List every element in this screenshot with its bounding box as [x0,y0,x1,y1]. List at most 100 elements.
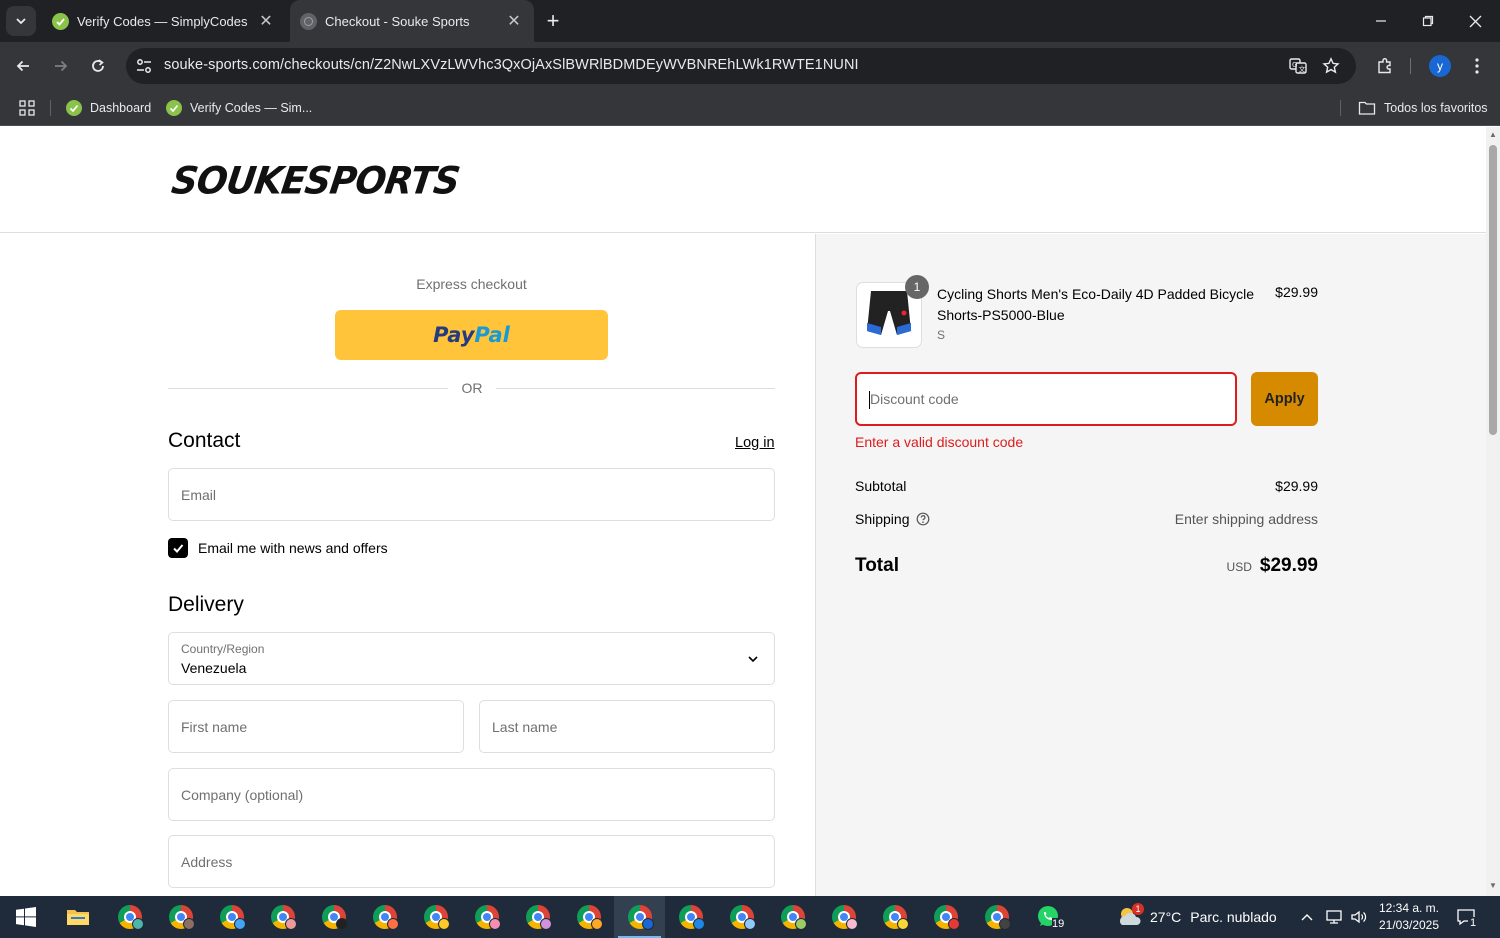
show-hidden-icons-button[interactable] [1300,896,1314,938]
whatsapp-taskbar-item[interactable]: 19 [1022,896,1073,938]
total-value: $29.99 [1259,555,1318,576]
chrome-taskbar-item[interactable] [410,896,461,938]
tab-search-button[interactable] [6,6,36,36]
divider [496,388,775,389]
express-checkout-label: Express checkout [416,276,527,292]
help-icon[interactable] [916,512,930,526]
reload-icon [92,59,104,72]
last-name-placeholder: Last name [492,718,558,735]
delivery-heading: Delivery [168,593,244,616]
forward-button[interactable] [46,51,76,81]
bookmark-verify-codes[interactable]: Verify Codes — Sim... [166,96,312,120]
apply-discount-button[interactable]: Apply [1251,372,1318,426]
restore-icon [1422,15,1434,27]
company-field[interactable]: Company (optional) [168,768,775,821]
weather-widget[interactable]: 1 27°C Parc. nublado [1116,896,1277,938]
new-tab-button[interactable]: + [540,8,566,34]
reload-button[interactable] [83,51,113,81]
total-label: Total [855,555,899,576]
first-name-field[interactable]: First name [168,700,464,753]
chrome-taskbar-item[interactable] [155,896,206,938]
discount-placeholder: Discount code [870,391,959,407]
total-row: Total USD $29.99 [855,555,1318,577]
all-bookmarks-button[interactable]: Todos los favoritos [1358,96,1488,120]
tab-simplycodes[interactable]: Verify Codes — SimplyCodes ✕ [42,0,286,42]
star-icon[interactable] [1320,55,1342,77]
windows-logo-icon [16,907,36,927]
email-field[interactable]: Email [168,468,775,521]
close-tab-icon[interactable]: ✕ [254,9,278,33]
chrome-taskbar-item[interactable] [104,896,155,938]
scroll-down-arrow-icon[interactable]: ▼ [1489,882,1497,890]
notifications-button[interactable]: 1 [1456,896,1479,938]
tab-title: Verify Codes — SimplyCodes [77,13,248,29]
svg-text:G: G [1292,61,1297,69]
order-summary: 1 Cycling Shorts Men's Eco-Daily 4D Padd… [815,234,1486,896]
newsletter-option[interactable]: Email me with news and offers [168,536,388,560]
login-link[interactable]: Log in [735,435,775,451]
chrome-taskbar-item[interactable] [257,896,308,938]
chrome-taskbar-item[interactable] [206,896,257,938]
simplycodes-favicon-icon [66,100,82,116]
paypal-logo-pay: Pay [433,323,475,347]
store-logo[interactable]: SOUKESPORTS [169,160,462,203]
shipping-row: Shipping Enter shipping address [855,511,1318,527]
address-bar[interactable]: souke-sports.com/checkouts/cn/Z2NwLXVzLW… [126,48,1356,84]
address-field[interactable]: Address [168,835,775,888]
extensions-button[interactable] [1370,51,1400,81]
profile-button[interactable]: y [1425,51,1455,81]
shipping-label: Shipping [855,511,910,527]
back-button[interactable] [8,51,38,81]
paypal-button[interactable]: Pay Pal [335,310,608,360]
chrome-taskbar-item[interactable] [818,896,869,938]
chrome-taskbar-item[interactable] [563,896,614,938]
chrome-taskbar-item[interactable] [512,896,563,938]
bookmark-label: Dashboard [90,101,152,115]
apps-button[interactable] [18,96,36,120]
system-clock[interactable]: 12:34 a. m. 21/03/2025 [1372,900,1446,934]
country-select[interactable]: Country/Region Venezuela [168,632,775,685]
discount-code-input[interactable]: Discount code [855,372,1237,426]
chrome-taskbar-item[interactable] [767,896,818,938]
newsletter-checkbox[interactable] [168,538,188,558]
start-button[interactable] [0,896,52,938]
close-window-button[interactable] [1452,0,1498,42]
bookmark-dashboard[interactable]: Dashboard [66,96,151,120]
chrome-taskbar-item[interactable] [665,896,716,938]
chrome-taskbar-item[interactable] [971,896,1022,938]
url-text: souke-sports.com/checkouts/cn/Z2NwLXVzLW… [164,57,859,73]
divider [168,388,448,389]
browser-tab-bar: Verify Codes — SimplyCodes ✕ Checkout - … [0,0,1500,42]
chrome-taskbar-item[interactable] [461,896,512,938]
last-name-field[interactable]: Last name [479,700,775,753]
scrollbar-thumb[interactable] [1489,145,1497,435]
page-scrollbar[interactable]: ▲ ▼ [1486,127,1500,896]
file-explorer-taskbar-item[interactable] [52,896,103,938]
site-info-icon[interactable] [135,57,153,75]
paypal-logo-pal: Pal [474,323,510,347]
network-button[interactable] [1325,896,1343,938]
minimize-button[interactable] [1358,0,1404,42]
chrome-taskbar-item[interactable] [869,896,920,938]
chrome-taskbar-item[interactable] [920,896,971,938]
text-cursor [869,391,870,409]
restore-button[interactable] [1405,0,1451,42]
chrome-taskbar-item[interactable] [308,896,359,938]
chrome-taskbar-item[interactable] [716,896,767,938]
chrome-taskbar-item[interactable] [359,896,410,938]
translate-icon[interactable]: 文G [1287,55,1309,77]
windows-taskbar: 19 1 27°C Parc. nublado 12:34 a. m. 21/0… [0,896,1500,938]
contact-heading: Contact [168,429,241,452]
close-tab-icon[interactable]: ✕ [502,9,526,33]
chevron-up-icon [1301,914,1313,921]
tab-checkout[interactable]: Checkout - Souke Sports ✕ [290,0,534,42]
clock-time: 12:34 a. m. [1378,901,1440,915]
company-placeholder: Company (optional) [181,786,304,803]
country-value: Venezuela [181,660,247,676]
close-icon [1469,15,1481,27]
newsletter-label: Email me with news and offers [198,540,388,556]
volume-button[interactable] [1350,896,1368,938]
scroll-up-arrow-icon[interactable]: ▲ [1489,131,1497,139]
chrome-taskbar-item-active[interactable] [614,896,665,938]
browser-menu-button[interactable] [1462,51,1492,81]
